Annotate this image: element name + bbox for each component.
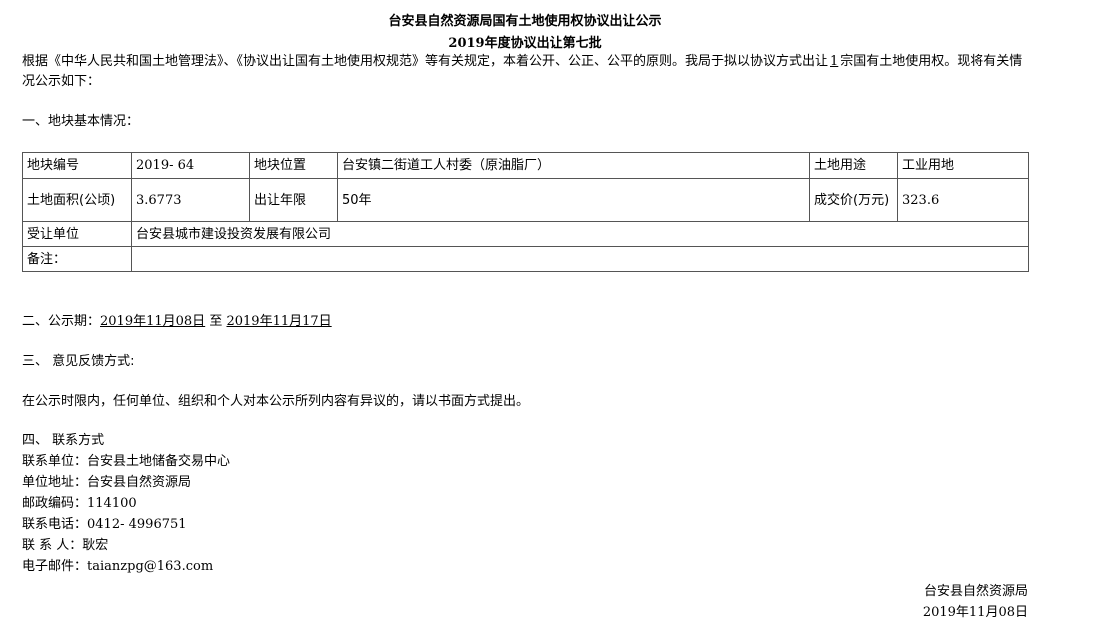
table-row: 受让单位 台安县城市建设投资发展有限公司 bbox=[22, 221, 1029, 247]
contact-email: 电子邮件：taianzpg@163.com bbox=[22, 558, 213, 576]
contact-address-value: 台安县自然资源局 bbox=[87, 475, 192, 490]
term-label: 出让年限 bbox=[249, 178, 338, 222]
contact-person-value: 耿宏 bbox=[82, 538, 109, 553]
land-use-value: 工业用地 bbox=[897, 152, 1029, 179]
notice-title: 台安县自然资源局国有土地使用权协议出让公示 bbox=[388, 14, 662, 29]
land-use-label: 土地用途 bbox=[809, 152, 898, 179]
price-value: 323.6 bbox=[897, 178, 1029, 222]
contact-zip: 邮政编码：114100 bbox=[22, 495, 137, 513]
parcel-count: 1 bbox=[830, 54, 839, 69]
contact-email-value: taianzpg@163.com bbox=[87, 559, 214, 574]
grantee-value: 台安县城市建设投资发展有限公司 bbox=[131, 221, 1029, 247]
contact-person-label: 联 系 人： bbox=[22, 538, 83, 553]
signature-date: 2019年11月08日 bbox=[922, 605, 1028, 620]
contact-phone-value: 0412- 4996751 bbox=[87, 517, 187, 532]
contact-zip-label: 邮政编码： bbox=[22, 496, 88, 511]
contact-unit: 联系单位：台安县土地储备交易中心 bbox=[22, 453, 230, 471]
parcel-no-value: 2019- 64 bbox=[131, 152, 250, 179]
intro-paragraph: 根据《中华人民共和国土地管理法》、《协议出让国有土地使用权规范》等有关规定，本着… bbox=[22, 52, 1030, 92]
table-row: 备注： bbox=[22, 246, 1029, 272]
remark-label: 备注： bbox=[22, 246, 132, 272]
publicity-start-date: 2019年11月08日 bbox=[100, 314, 206, 329]
area-value: 3.6773 bbox=[131, 178, 250, 222]
location-value: 台安镇二街道工人村委（原油脂厂） bbox=[337, 152, 810, 179]
publicity-end-date: 2019年11月17日 bbox=[226, 314, 332, 329]
section-1-heading: 一、地块基本情况： bbox=[22, 114, 140, 129]
contact-zip-value: 114100 bbox=[87, 496, 137, 511]
contact-address: 单位地址：台安县自然资源局 bbox=[22, 474, 191, 492]
contact-person: 联 系 人：耿宏 bbox=[22, 537, 108, 555]
table-row: 地块编号 2019- 64 地块位置 台安镇二街道工人村委（原油脂厂） 土地用途… bbox=[22, 152, 1029, 179]
table-row: 土地面积(公顷) 3.6773 出让年限 50年 成交价(万元) 323.6 bbox=[22, 178, 1029, 222]
area-label: 土地面积(公顷) bbox=[22, 178, 132, 222]
notice-subtitle: 2019年度协议出让第七批 bbox=[448, 36, 602, 51]
contact-unit-label: 联系单位： bbox=[22, 454, 88, 469]
intro-text-before: 根据《中华人民共和国土地管理法》、《协议出让国有土地使用权规范》等有关规定，本着… bbox=[22, 54, 829, 69]
publicity-to: 至 bbox=[209, 314, 223, 329]
contact-phone: 联系电话：0412- 4996751 bbox=[22, 516, 187, 534]
section-4-heading: 四、 联系方式 bbox=[22, 433, 105, 448]
contact-phone-label: 联系电话： bbox=[22, 517, 88, 532]
grantee-label: 受让单位 bbox=[22, 221, 132, 247]
publicity-period: 二、公示期：2019年11月08日 至 2019年11月17日 bbox=[22, 313, 332, 331]
remark-value bbox=[131, 246, 1029, 272]
term-value: 50年 bbox=[337, 178, 810, 222]
parcel-no-label: 地块编号 bbox=[22, 152, 132, 179]
price-label: 成交价(万元) bbox=[809, 178, 898, 222]
contact-email-label: 电子邮件： bbox=[22, 559, 88, 574]
contact-address-label: 单位地址： bbox=[22, 475, 88, 490]
feedback-text: 在公示时限内，任何单位、组织和个人对本公示所列内容有异议的，请以书面方式提出。 bbox=[22, 394, 530, 409]
location-label: 地块位置 bbox=[249, 152, 338, 179]
signature-org: 台安县自然资源局 bbox=[923, 584, 1028, 599]
contact-unit-value: 台安县土地储备交易中心 bbox=[87, 454, 231, 469]
section-3-heading: 三、 意见反馈方式: bbox=[22, 354, 135, 369]
publicity-period-label: 二、公示期： bbox=[22, 314, 101, 329]
parcel-table: 地块编号 2019- 64 地块位置 台安镇二街道工人村委（原油脂厂） 土地用途… bbox=[22, 152, 1029, 272]
